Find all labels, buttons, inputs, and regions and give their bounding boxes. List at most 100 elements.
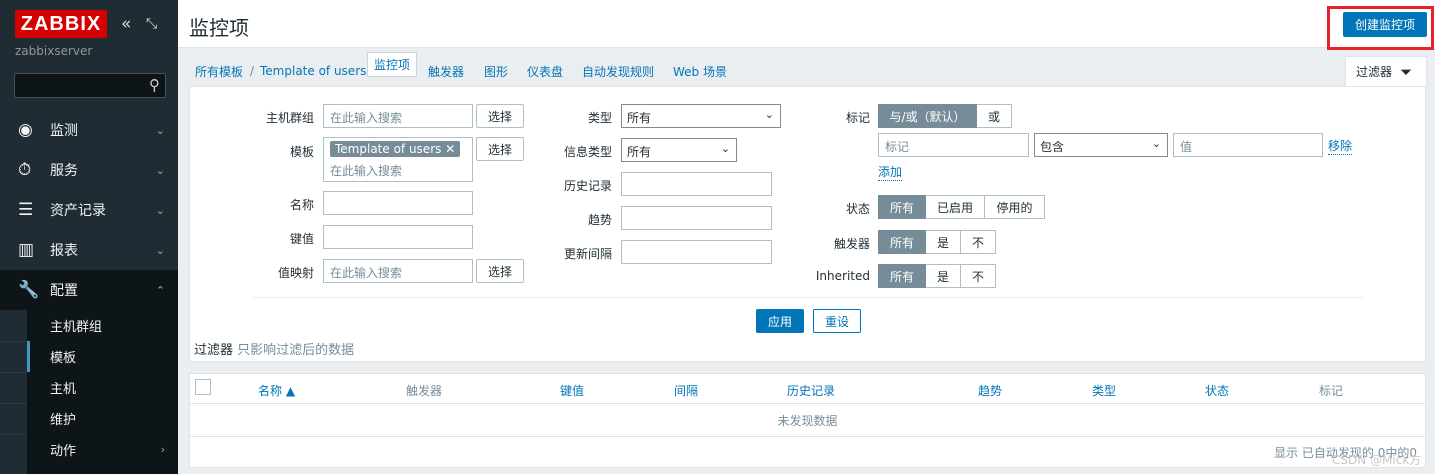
inherited-no-option[interactable]: 不 xyxy=(961,264,996,288)
nav-inventory[interactable]: ☰ 资产记录 ⌄ xyxy=(0,190,178,230)
nav-monitoring[interactable]: ◉ 监测 ⌄ xyxy=(0,110,178,150)
nav-reports[interactable]: ▥ 报表 ⌄ xyxy=(0,230,178,270)
breadcrumb-all-templates[interactable]: 所有模板 xyxy=(195,63,243,80)
filter-tab[interactable]: 过滤器 ⏷ xyxy=(1345,56,1427,86)
chevron-down-icon: ⌄ xyxy=(764,108,774,121)
history-input[interactable] xyxy=(621,172,772,196)
tag-operator-value: 包含 xyxy=(1040,140,1065,154)
remove-tag-link[interactable]: 移除 xyxy=(1328,137,1353,155)
type-select[interactable]: 所有 ⌄ xyxy=(621,104,781,128)
host-group-input[interactable]: 在此输入搜索 xyxy=(323,104,473,128)
sidebar-item-hosts[interactable]: 主机 xyxy=(27,372,178,403)
page-header: 监控项 创建监控项 xyxy=(178,0,1435,50)
trigger-no-option[interactable]: 不 xyxy=(961,230,996,254)
column-header-key[interactable]: 键值 xyxy=(560,382,584,399)
no-data-message: 未发现数据 xyxy=(777,414,838,428)
inherited-all-option[interactable]: 所有 xyxy=(878,264,926,288)
column-header-status[interactable]: 状态 xyxy=(1205,382,1229,399)
kiosk-mode-icon[interactable]: ⤡ xyxy=(146,15,157,33)
tag-name-input[interactable]: 标记 xyxy=(878,133,1029,157)
nav-services[interactable]: ⏱ 服务 ⌄ xyxy=(0,150,178,190)
host-group-select-button[interactable]: 选择 xyxy=(476,104,524,128)
name-input[interactable] xyxy=(323,191,473,215)
column-header-type[interactable]: 类型 xyxy=(1092,382,1116,399)
column-header-history[interactable]: 历史记录 xyxy=(787,382,835,399)
template-label: 模板 xyxy=(289,145,314,159)
tag-operator-select[interactable]: 包含 ⌄ xyxy=(1034,133,1168,157)
filter-tab-label: 过滤器 xyxy=(1356,65,1393,79)
state-all-option[interactable]: 所有 xyxy=(878,195,926,219)
apply-button[interactable]: 应用 xyxy=(756,309,804,333)
state-toggle[interactable]: 所有 已启用 停用的 xyxy=(878,195,1045,219)
table-divider xyxy=(190,436,1425,437)
template-input[interactable]: Template of users ✕ 在此输入搜索 xyxy=(323,137,473,182)
sidebar-item-actions[interactable]: 动作 › xyxy=(27,434,178,465)
tab-triggers[interactable]: 触发器 xyxy=(428,63,464,80)
remove-tag-icon[interactable]: ✕ xyxy=(445,142,455,156)
info-type-select[interactable]: 所有 ⌄ xyxy=(621,138,737,162)
or-option[interactable]: 或 xyxy=(977,104,1012,128)
key-input[interactable] xyxy=(323,225,473,249)
chevron-down-icon: ⌄ xyxy=(155,123,165,137)
tag-value-input[interactable]: 值 xyxy=(1173,133,1323,157)
reset-button[interactable]: 重设 xyxy=(813,309,861,333)
breadcrumb-template[interactable]: Template of users xyxy=(260,64,366,78)
state-label: 状态 xyxy=(845,202,870,216)
sidebar-item-host-groups[interactable]: 主机群组 xyxy=(27,310,178,341)
nav-configuration[interactable]: 🔧 配置 ⌃ xyxy=(0,270,178,310)
search-icon[interactable]: ⚲ xyxy=(149,77,160,94)
value-map-select-button[interactable]: 选择 xyxy=(476,259,524,283)
tab-discovery-rules[interactable]: 自动发现规则 xyxy=(582,63,654,80)
tab-dashboards[interactable]: 仪表盘 xyxy=(527,63,563,80)
column-header-tags: 标记 xyxy=(1319,384,1344,398)
trigger-label: 触发器 xyxy=(833,237,870,251)
nav-reports-label: 报表 xyxy=(50,243,78,259)
nav-configuration-label: 配置 xyxy=(50,283,78,299)
column-header-interval[interactable]: 间隔 xyxy=(674,382,698,399)
filter-note-bold: 过滤器 xyxy=(194,343,234,358)
tab-graphs[interactable]: 图形 xyxy=(484,63,508,80)
sidebar-item-more[interactable] xyxy=(27,465,178,474)
inherited-toggle[interactable]: 所有 是 不 xyxy=(878,264,996,288)
column-header-name[interactable]: 名称 ▲ xyxy=(258,382,295,399)
interval-label: 更新间隔 xyxy=(563,247,612,261)
state-disabled-option[interactable]: 停用的 xyxy=(985,195,1045,219)
trends-label: 趋势 xyxy=(587,213,612,227)
collapse-sidebar-icon[interactable]: « xyxy=(121,15,131,33)
sidebar-item-templates[interactable]: 模板 xyxy=(27,341,178,372)
and-or-option[interactable]: 与/或（默认） xyxy=(878,104,977,128)
template-select-button[interactable]: 选择 xyxy=(476,137,524,161)
filter-icon: ⏷ xyxy=(1400,62,1413,81)
breadcrumb: 所有模板 / Template of users 监控项 触发器 图形 仪表盘 … xyxy=(189,52,1426,86)
filter-note: 过滤器 只影响过滤后的数据 xyxy=(194,339,354,358)
items-table: 名称 ▲ 触发器 键值 间隔 历史记录 趋势 类型 状态 标记 未发现数据 显示… xyxy=(189,373,1426,468)
interval-input[interactable] xyxy=(621,240,772,264)
tags-eval-toggle[interactable]: 与/或（默认） 或 xyxy=(878,104,1012,128)
trends-input[interactable] xyxy=(621,206,772,230)
submenu-label: 维护 xyxy=(50,413,77,428)
tab-items[interactable]: 监控项 xyxy=(367,52,418,77)
key-label: 键值 xyxy=(289,232,314,246)
trigger-all-option[interactable]: 所有 xyxy=(878,230,926,254)
filter-note-text: 只影响过滤后的数据 xyxy=(233,343,355,358)
host-group-label: 主机群组 xyxy=(265,111,314,125)
list-icon: ☰ xyxy=(18,200,34,220)
column-header-trends[interactable]: 趋势 xyxy=(978,382,1002,399)
sidebar: ZABBIX « ⤡ zabbixserver ⚲ ◉ 监测 ⌄ ⏱ 服务 ⌄ … xyxy=(0,0,178,474)
inherited-yes-option[interactable]: 是 xyxy=(926,264,961,288)
trigger-yes-option[interactable]: 是 xyxy=(926,230,961,254)
chevron-down-icon: ⌄ xyxy=(155,203,165,217)
create-item-button[interactable]: 创建监控项 xyxy=(1343,12,1427,37)
chevron-down-icon: ⌄ xyxy=(155,163,165,177)
zabbix-logo[interactable]: ZABBIX xyxy=(15,10,107,38)
value-map-input[interactable]: 在此输入搜索 xyxy=(323,259,473,283)
template-placeholder: 在此输入搜索 xyxy=(330,164,403,178)
nav-services-label: 服务 xyxy=(50,163,78,179)
state-enabled-option[interactable]: 已启用 xyxy=(926,195,985,219)
sidebar-search-input[interactable]: ⚲ xyxy=(14,73,166,98)
trigger-toggle[interactable]: 所有 是 不 xyxy=(878,230,996,254)
tab-web-scenarios[interactable]: Web 场景 xyxy=(673,63,727,80)
add-tag-link[interactable]: 添加 xyxy=(878,163,903,181)
sidebar-item-maintenance[interactable]: 维护 xyxy=(27,403,178,434)
select-all-checkbox[interactable] xyxy=(195,379,211,395)
